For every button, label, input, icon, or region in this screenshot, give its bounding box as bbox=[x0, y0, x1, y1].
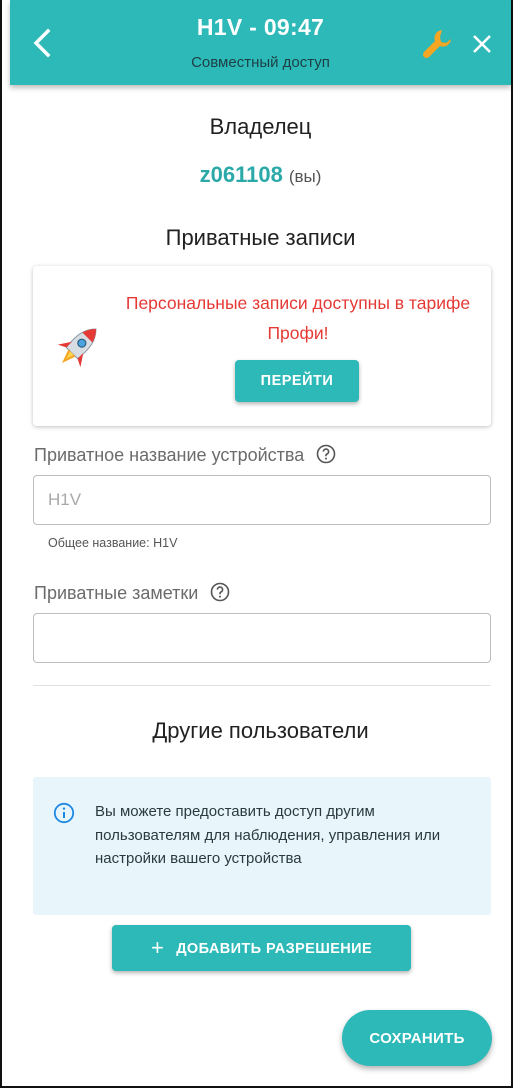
owner-user-id: z061108 bbox=[199, 162, 283, 187]
device-name-hint: Общее название: H1V bbox=[48, 536, 178, 550]
notes-label-row: Приватные заметки bbox=[34, 582, 230, 604]
notes-label: Приватные заметки bbox=[34, 583, 199, 603]
close-icon[interactable] bbox=[470, 32, 494, 56]
device-name-label: Приватное название устройства bbox=[34, 445, 305, 465]
help-icon[interactable] bbox=[210, 582, 230, 602]
app-header: H1V - 09:47 Совместный доступ bbox=[10, 0, 511, 85]
info-text: Вы можете предоставить доступ другим пол… bbox=[95, 803, 441, 867]
owner-line: z061108 (вы) bbox=[10, 162, 511, 188]
wrench-icon[interactable] bbox=[420, 27, 454, 61]
device-name-input[interactable] bbox=[33, 475, 491, 525]
upgrade-promo-card: Персональные записи доступны в тарифе Пр… bbox=[33, 266, 491, 426]
plus-icon: + bbox=[150, 935, 165, 960]
owner-heading: Владелец bbox=[209, 114, 312, 139]
info-box: Вы можете предоставить доступ другим пол… bbox=[33, 777, 491, 915]
section-divider bbox=[33, 685, 491, 686]
notes-input[interactable] bbox=[33, 613, 491, 663]
private-records-heading: Приватные записи bbox=[165, 225, 356, 250]
promo-text: Персональные записи доступны в тарифе Пр… bbox=[125, 293, 471, 343]
add-permission-label: ДОБАВИТЬ РАЗРЕШЕНИЕ bbox=[176, 941, 373, 957]
rocket-icon bbox=[57, 328, 97, 368]
help-icon[interactable] bbox=[316, 444, 336, 464]
add-permission-button[interactable]: + ДОБАВИТЬ РАЗРЕШЕНИЕ bbox=[112, 925, 411, 971]
device-name-label-row: Приватное название устройства bbox=[34, 444, 336, 466]
info-icon bbox=[53, 802, 75, 824]
go-to-plan-button[interactable]: ПЕРЕЙТИ bbox=[235, 360, 359, 402]
owner-you-label: (вы) bbox=[288, 167, 322, 186]
save-button[interactable]: СОХРАНИТЬ bbox=[342, 1010, 492, 1066]
other-users-heading: Другие пользователи bbox=[152, 718, 369, 743]
